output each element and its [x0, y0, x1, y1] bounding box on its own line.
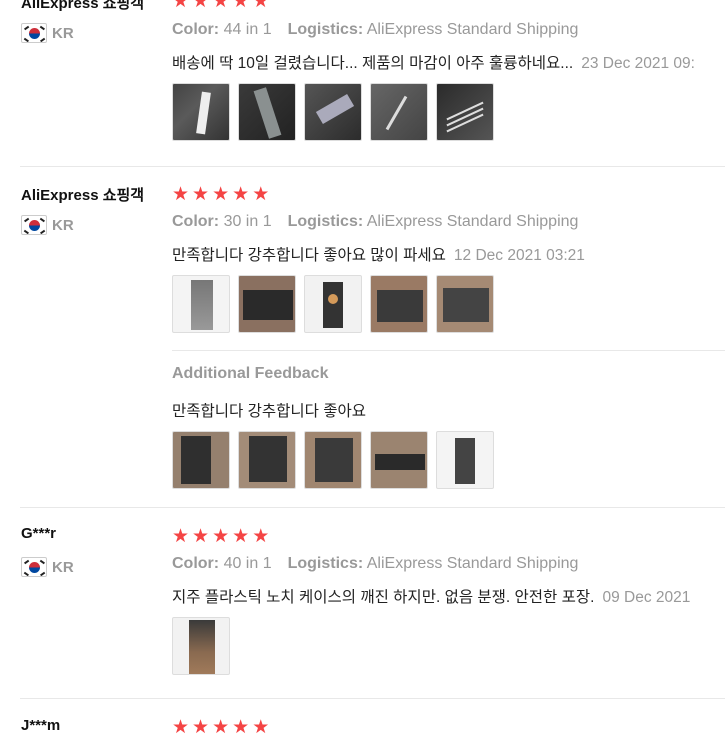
south-korea-flag-icon: [21, 557, 47, 577]
additional-feedback-title: Additional Feedback: [172, 365, 329, 382]
review-photo[interactable]: [370, 431, 428, 489]
country-code: KR: [52, 216, 74, 234]
review-photo[interactable]: [172, 431, 230, 489]
review-photo[interactable]: [172, 275, 230, 333]
color-value: 40 in 1: [223, 555, 272, 572]
star-icon: ★: [212, 183, 230, 205]
star-icon: ★: [232, 716, 250, 738]
additional-feedback-photos: [172, 431, 494, 489]
star-icon: ★: [172, 183, 190, 205]
color-value: 30 in 1: [223, 213, 272, 230]
feedback-divider: [172, 350, 725, 351]
review-photo[interactable]: [436, 83, 494, 141]
review-photo[interactable]: [238, 275, 296, 333]
review-divider: [20, 507, 725, 508]
star-icon: ★: [192, 525, 210, 547]
south-korea-flag-icon: [21, 215, 47, 235]
star-icon: ★: [252, 183, 270, 205]
star-icon: ★: [172, 0, 190, 12]
reviewer-country: KR: [21, 23, 74, 43]
reviewer-country: KR: [21, 215, 74, 235]
star-icon: ★: [232, 0, 250, 12]
review-meta: Color: 40 in 1 Logistics: AliExpress Stan…: [172, 555, 578, 573]
country-code: KR: [52, 558, 74, 576]
review-content: 만족합니다 강추합니다 좋아요 많이 파세요 12 Dec 2021 03:21: [172, 243, 585, 265]
rating-stars: ★ ★ ★ ★ ★: [172, 527, 269, 546]
star-icon: ★: [212, 525, 230, 547]
review-divider: [20, 698, 725, 699]
review-photo[interactable]: [436, 431, 494, 489]
review-photo[interactable]: [370, 83, 428, 141]
review-photo[interactable]: [370, 275, 428, 333]
review-date: 12 Dec 2021 03:21: [453, 247, 585, 264]
star-icon: ★: [252, 0, 270, 12]
rating-stars: ★ ★ ★ ★ ★: [172, 185, 269, 204]
logistics-label: Logistics:: [287, 21, 364, 38]
logistics-value: AliExpress Standard Shipping: [366, 555, 579, 572]
star-icon: ★: [192, 716, 210, 738]
south-korea-flag-icon: [21, 23, 47, 43]
color-label: Color:: [172, 213, 220, 230]
star-icon: ★: [172, 525, 190, 547]
review-photo[interactable]: [304, 83, 362, 141]
additional-feedback-text: 만족합니다 강추합니다 좋아요: [172, 403, 366, 420]
star-icon: ★: [172, 716, 190, 738]
review-date: 09 Dec 2021: [602, 589, 691, 606]
reviewer-country: KR: [21, 557, 74, 577]
logistics-value: AliExpress Standard Shipping: [366, 213, 579, 230]
review-text: 지주 플라스틱 노치 케이스의 깨진 하지만. 없음 분쟁. 안전한 포장.: [172, 589, 595, 606]
review-content: 배송에 딱 10일 걸렸습니다... 제품의 마감이 아주 훌륭하네요... 23…: [172, 51, 695, 73]
color-label: Color:: [172, 21, 220, 38]
country-code: KR: [52, 24, 74, 42]
logistics-label: Logistics:: [287, 213, 364, 230]
star-icon: ★: [252, 525, 270, 547]
reviewer-name: J***m: [21, 717, 61, 734]
star-icon: ★: [192, 183, 210, 205]
star-icon: ★: [232, 525, 250, 547]
logistics-label: Logistics:: [287, 555, 364, 572]
star-icon: ★: [232, 183, 250, 205]
review-content: 지주 플라스틱 노치 케이스의 깨진 하지만. 없음 분쟁. 안전한 포장. 09…: [172, 585, 690, 607]
review-photo[interactable]: [172, 83, 230, 141]
review-photo[interactable]: [304, 275, 362, 333]
reviewer-name: G***r: [21, 525, 57, 542]
review-photos: [172, 617, 230, 675]
review-photos: [172, 275, 494, 333]
review-photo[interactable]: [172, 617, 230, 675]
review-photo[interactable]: [436, 275, 494, 333]
review-meta: Color: 44 in 1 Logistics: AliExpress Stan…: [172, 21, 578, 39]
review-photo[interactable]: [238, 431, 296, 489]
review-date: 23 Dec 2021 09:: [581, 55, 695, 72]
review-photos: [172, 83, 494, 141]
rating-stars: ★ ★ ★ ★ ★: [172, 0, 269, 11]
rating-stars: ★ ★ ★ ★ ★: [172, 718, 269, 737]
review-text: 배송에 딱 10일 걸렸습니다... 제품의 마감이 아주 훌륭하네요...: [172, 55, 574, 72]
reviewer-name: AliExpress 쇼핑객: [21, 187, 145, 204]
logistics-value: AliExpress Standard Shipping: [366, 21, 579, 38]
review-text: 만족합니다 강추합니다 좋아요 많이 파세요: [172, 247, 446, 264]
star-icon: ★: [212, 716, 230, 738]
reviewer-name: AliExpress 쇼핑객: [21, 0, 145, 12]
star-icon: ★: [192, 0, 210, 12]
star-icon: ★: [212, 0, 230, 12]
color-value: 44 in 1: [223, 21, 272, 38]
review-photo[interactable]: [238, 83, 296, 141]
color-label: Color:: [172, 555, 220, 572]
review-meta: Color: 30 in 1 Logistics: AliExpress Stan…: [172, 213, 578, 231]
star-icon: ★: [252, 716, 270, 738]
review-photo[interactable]: [304, 431, 362, 489]
review-divider: [20, 166, 725, 167]
